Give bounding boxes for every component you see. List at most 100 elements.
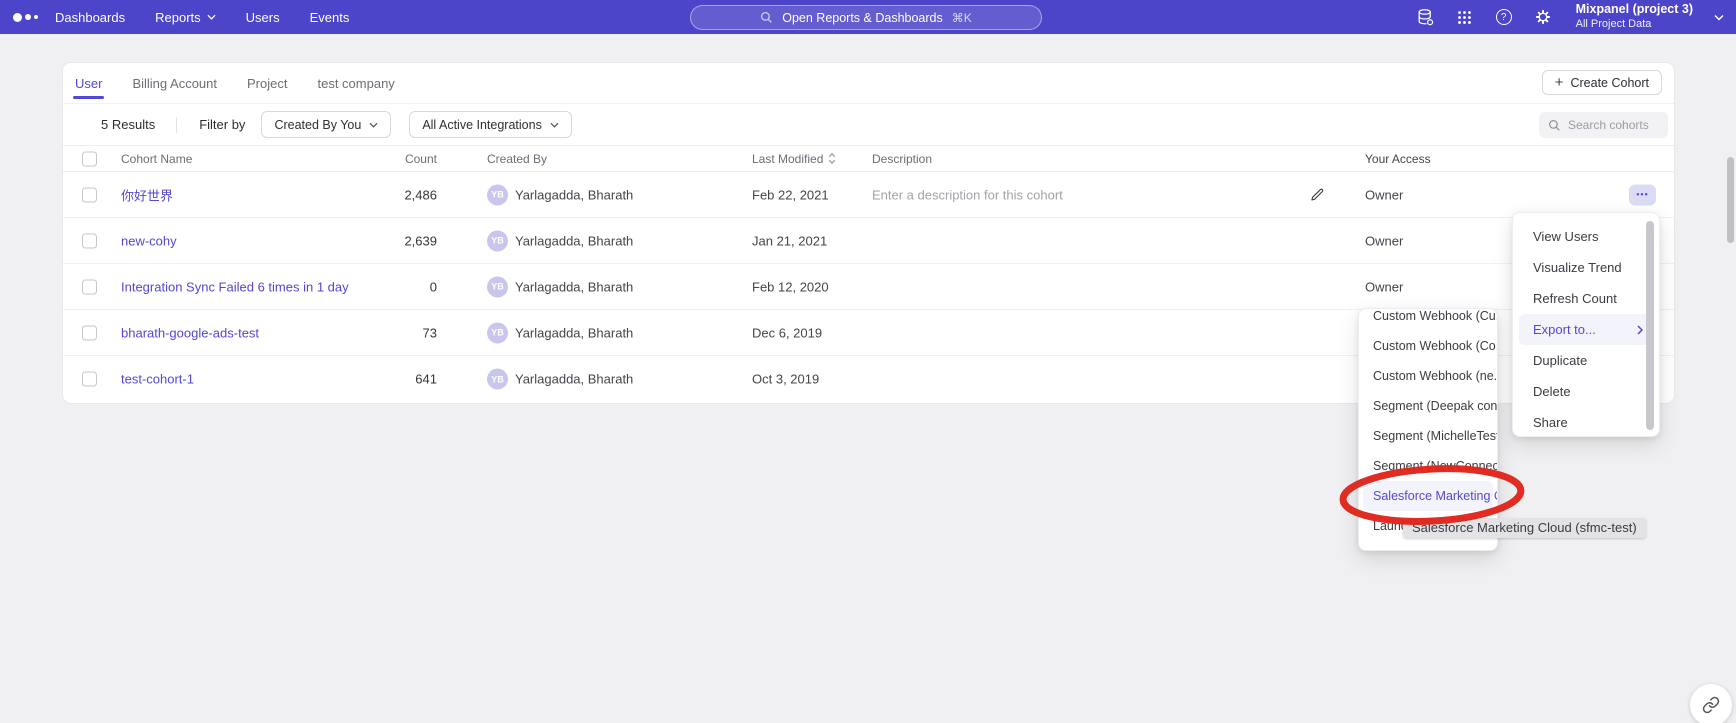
global-search-placeholder: Open Reports & Dashboards: [782, 11, 943, 25]
export-option-segment-newconnec[interactable]: Segment (NewConnec...: [1359, 451, 1497, 481]
access-level: Owner: [1365, 233, 1403, 248]
divider: [176, 117, 177, 133]
create-cohort-button[interactable]: Create Cohort: [1542, 70, 1662, 95]
search-shortcut-hint: ⌘K: [952, 11, 972, 25]
global-search-bar[interactable]: Open Reports & Dashboards ⌘K: [690, 5, 1042, 30]
avatar: YB: [487, 230, 508, 251]
menu-item-view-users[interactable]: View Users: [1513, 221, 1659, 252]
col-last-modified-label: Last Modified: [752, 152, 823, 166]
top-navbar: Dashboards Reports Users Events Open Rep…: [0, 0, 1736, 34]
select-all-checkbox[interactable]: [82, 151, 97, 166]
nav-users[interactable]: Users: [246, 10, 280, 25]
submenu-scrollbar[interactable]: [1727, 157, 1734, 243]
description-placeholder[interactable]: Enter a description for this cohort: [872, 187, 1063, 202]
integrations-dropdown[interactable]: All Active Integrations: [409, 111, 572, 138]
integrations-dropdown-label: All Active Integrations: [422, 118, 542, 132]
created-by-name: Yarlagadda, Bharath: [515, 187, 633, 202]
mixpanel-logo-icon[interactable]: [13, 13, 47, 22]
menu-item-export-to[interactable]: Export to...: [1519, 314, 1653, 345]
cohort-name-link[interactable]: test-cohort-1: [121, 372, 194, 387]
salesforce-tooltip: Salesforce Marketing Cloud (sfmc-test): [1403, 518, 1646, 538]
row-checkbox[interactable]: [82, 372, 97, 387]
tab-user[interactable]: User: [73, 64, 104, 103]
cohort-count: 641: [293, 372, 437, 387]
export-destinations-menu: Custom Webhook (Cu... Custom Webhook (Co…: [1358, 308, 1498, 551]
created-by-dropdown[interactable]: Created By You: [261, 111, 391, 138]
menu-item-duplicate[interactable]: Duplicate: [1513, 345, 1659, 376]
tab-project[interactable]: Project: [245, 64, 289, 103]
menu-item-visualize-trend[interactable]: Visualize Trend: [1513, 252, 1659, 283]
nav-dashboards[interactable]: Dashboards: [55, 10, 125, 25]
nav-reports[interactable]: Reports: [155, 10, 216, 25]
col-last-modified[interactable]: Last Modified: [752, 152, 836, 166]
nav-events[interactable]: Events: [310, 10, 350, 25]
tab-billing-account[interactable]: Billing Account: [130, 64, 219, 103]
col-your-access: Your Access: [1365, 152, 1431, 166]
col-description: Description: [872, 152, 932, 166]
col-cohort-name: Cohort Name: [121, 152, 192, 166]
cohort-count: 2,639: [293, 233, 437, 248]
export-option-segment-michelletest[interactable]: Segment (MichelleTest): [1359, 421, 1497, 451]
cohort-count: 0: [293, 279, 437, 294]
nav-reports-label: Reports: [155, 10, 201, 25]
results-count: 5 Results: [101, 117, 155, 132]
table-row: new-cohy 2,639 YB Yarlagadda, Bharath Ja…: [63, 218, 1674, 264]
last-modified-date: Oct 3, 2019: [752, 372, 819, 387]
export-option-custom-webhook-2[interactable]: Custom Webhook (Co...: [1359, 331, 1497, 361]
created-by-name: Yarlagadda, Bharath: [515, 279, 633, 294]
chevron-down-icon: [207, 14, 216, 20]
export-option-custom-webhook-3[interactable]: Custom Webhook (ne...: [1359, 361, 1497, 391]
created-by-dropdown-label: Created By You: [274, 118, 361, 132]
menu-item-share[interactable]: Share: [1513, 407, 1659, 438]
row-checkbox[interactable]: [82, 325, 97, 340]
cohort-count: 73: [293, 325, 437, 340]
filter-by-label: Filter by: [199, 117, 245, 132]
search-icon: [760, 11, 773, 24]
row-checkbox[interactable]: [82, 187, 97, 202]
table-header: Cohort Name Count Created By Last Modifi…: [63, 145, 1674, 172]
row-checkbox[interactable]: [82, 279, 97, 294]
last-modified-date: Feb 12, 2020: [752, 279, 829, 294]
cohort-name-link[interactable]: 你好世界: [121, 185, 173, 204]
export-option-salesforce-marketing-cloud[interactable]: Salesforce Marketing C...: [1363, 481, 1493, 511]
chevron-down-icon: [550, 122, 559, 128]
search-cohorts-input[interactable]: Search cohorts: [1539, 112, 1668, 138]
cohort-count: 2,486: [293, 187, 437, 202]
edit-description-pencil-icon[interactable]: [1310, 187, 1325, 202]
cohort-name-link[interactable]: bharath-google-ads-test: [121, 325, 259, 340]
row-checkbox[interactable]: [82, 233, 97, 248]
help-icon[interactable]: [1494, 7, 1514, 27]
menu-scrollbar[interactable]: [1646, 221, 1654, 430]
avatar: YB: [487, 276, 508, 297]
plus-icon: [1555, 75, 1564, 90]
row-actions-button[interactable]: [1629, 184, 1656, 205]
tab-test-company[interactable]: test company: [315, 64, 396, 103]
last-modified-date: Jan 21, 2021: [752, 233, 827, 248]
table-row: Integration Sync Failed 6 times in 1 day…: [63, 264, 1674, 310]
row-actions-menu: View Users Visualize Trend Refresh Count…: [1512, 212, 1660, 437]
export-option-custom-webhook-1[interactable]: Custom Webhook (Cu...: [1359, 308, 1497, 331]
created-by-name: Yarlagadda, Bharath: [515, 233, 633, 248]
data-management-icon[interactable]: [1416, 7, 1436, 27]
chevron-down-icon: [369, 122, 378, 128]
access-level: Owner: [1365, 279, 1403, 294]
export-option-segment-deepak[interactable]: Segment (Deepak con...: [1359, 391, 1497, 421]
col-created-by: Created By: [487, 152, 547, 166]
apps-grid-icon[interactable]: [1455, 7, 1475, 27]
menu-item-delete[interactable]: Delete: [1513, 376, 1659, 407]
last-modified-date: Dec 6, 2019: [752, 325, 822, 340]
filter-toolbar: 5 Results Filter by Created By You All A…: [63, 103, 1674, 145]
chevron-down-icon: [1714, 14, 1724, 21]
settings-gear-icon[interactable]: [1533, 7, 1553, 27]
account-switcher[interactable]: Mixpanel (project 3) All Project Data: [1576, 2, 1693, 31]
sort-icon: [828, 153, 836, 164]
cohort-name-link[interactable]: new-cohy: [121, 233, 177, 248]
menu-item-export-to-label: Export to...: [1533, 314, 1596, 345]
col-count: Count: [293, 152, 437, 166]
chevron-right-icon: [1637, 325, 1643, 335]
copy-link-button[interactable]: [1690, 684, 1732, 723]
menu-item-refresh-count[interactable]: Refresh Count: [1513, 283, 1659, 314]
avatar: YB: [487, 369, 508, 390]
project-name: Mixpanel (project 3): [1576, 2, 1693, 18]
avatar: YB: [487, 322, 508, 343]
